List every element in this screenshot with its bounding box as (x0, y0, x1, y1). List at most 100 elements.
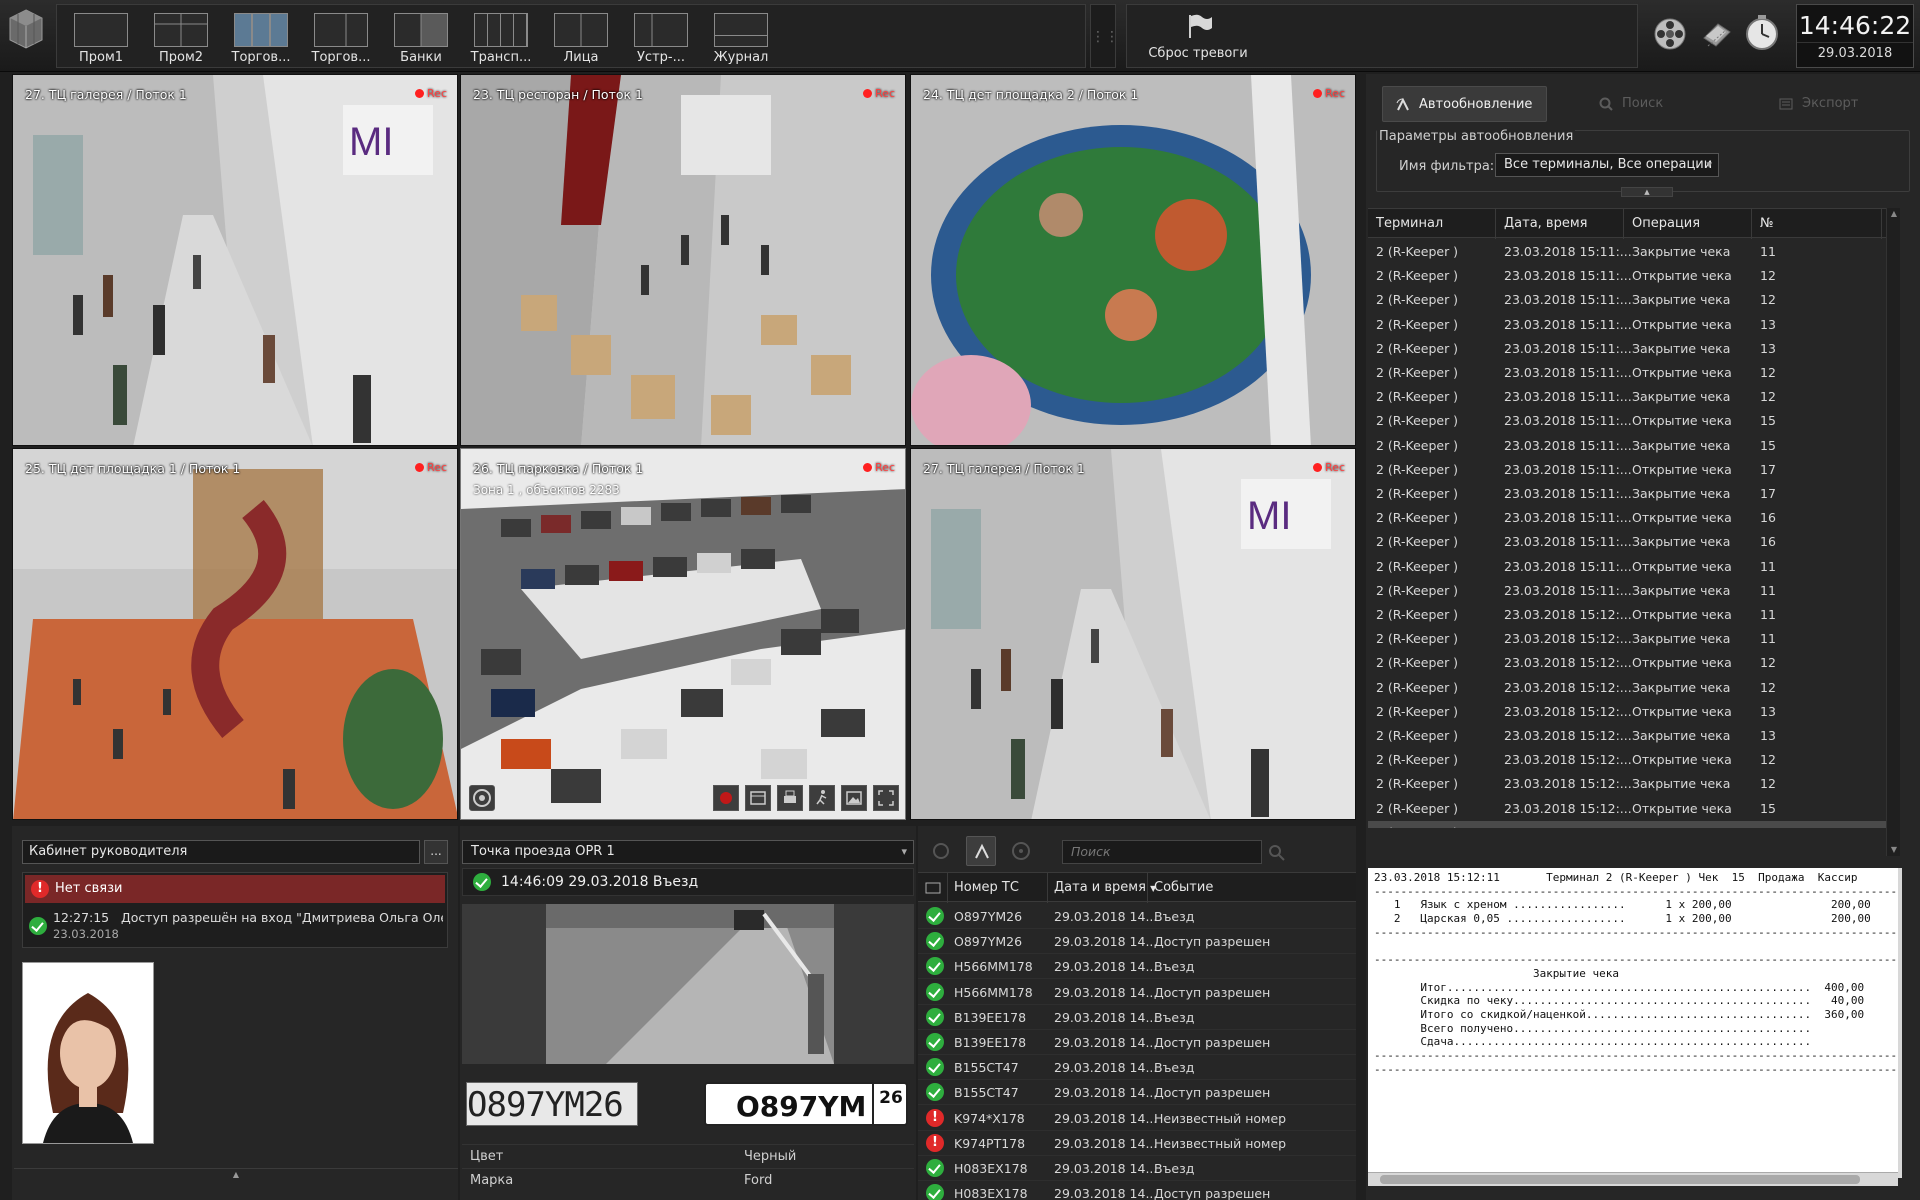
more-button[interactable]: ... (424, 840, 448, 864)
table-row[interactable]: 2 (R-Keeper ) 23.03.2018 15:12:... Открыти… (1368, 603, 1900, 627)
scroll-up-arrow-icon[interactable]: ▲ (1887, 208, 1901, 220)
camera-tile-restaurant[interactable]: 23. ТЦ ресторан / Поток 1 Rec (460, 74, 906, 446)
table-row[interactable]: 2 (R-Keeper ) 23.03.2018 15:12:... Открыти… (1368, 748, 1900, 772)
access-event-item[interactable]: 12:27:15 23.03.2018 Доступ разрешён на в… (25, 907, 445, 945)
layout-button-journal[interactable]: Журнал (703, 9, 779, 67)
table-row[interactable]: 2 (R-Keeper ) 23.03.2018 15:12:...Закрыти… (1368, 772, 1900, 796)
table-row[interactable]: 2 (R-Keeper ) 23.03.2018 15:11:... Открыти… (1368, 555, 1900, 579)
column-plate[interactable]: Номер ТС (948, 873, 1048, 903)
cell-datetime: 23.03.2018 15:12:... (1504, 728, 1632, 743)
receipt-horizontal-scrollbar[interactable] (1368, 1172, 1898, 1186)
collapse-params-button[interactable]: ▲ (1621, 187, 1673, 197)
column-datetime[interactable]: Дата и время ▼ (1048, 873, 1156, 903)
camera-snapshot-icon[interactable] (469, 785, 495, 811)
image-icon[interactable] (841, 785, 868, 811)
panel-expand-handle[interactable]: ▲ (14, 1168, 458, 1182)
layout-button-transport[interactable]: Трансп... (463, 9, 539, 67)
layout-button-trade2[interactable]: Торгов... (303, 9, 379, 67)
camera-tile-gallery[interactable]: MI 27. ТЦ галерея / Поток 1 Rec (12, 74, 458, 446)
layout-button-faces[interactable]: Лица (543, 9, 619, 67)
table-row[interactable]: B139EE178 29.03.2018 14... Доступ разрешен (918, 1030, 1356, 1055)
passage-point-select[interactable]: Точка проезда OPR 1 (462, 840, 914, 864)
autoupdate-button[interactable]: Автообновление (1382, 86, 1548, 122)
print-icon[interactable] (777, 785, 804, 811)
table-row[interactable]: ! K974*X178 29.03.2018 14... Неизвестный но… (918, 1106, 1356, 1131)
clock-icon[interactable] (1742, 12, 1782, 58)
table-row[interactable]: 2 (R-Keeper ) 23.03.2018 15:12:... Открыти… (1368, 700, 1900, 724)
table-row[interactable]: H083EX178 29.03.2018 14... Доступ разрешен (918, 1181, 1356, 1200)
column-number[interactable]: № (1752, 209, 1882, 239)
table-row[interactable]: 2 (R-Keeper ) 23.03.2018 15:11:... Закрыти… (1368, 434, 1900, 458)
scrollbar-thumb[interactable] (1380, 1175, 1860, 1184)
layout-button-prom1[interactable]: Пром1 (63, 9, 139, 67)
table-row[interactable]: B139EE178 29.03.2018 14... Въезд (918, 1005, 1356, 1030)
archive-icon[interactable] (745, 785, 772, 811)
table-row[interactable]: 2 (R-Keeper ) 23.03.2018 15:11:... Открыти… (1368, 409, 1900, 433)
column-status[interactable] (918, 873, 948, 903)
table-row[interactable]: 2 (R-Keeper ) 23.03.2018 15:12:...Закрыти… (1368, 627, 1900, 651)
table-row[interactable]: 2 (R-Keeper ) 23.03.2018 15:11:... Закрыти… (1368, 530, 1900, 554)
autoupdate-icon[interactable] (966, 836, 996, 866)
column-datetime[interactable]: Дата, время (1496, 209, 1624, 239)
table-row[interactable]: O897YM26 29.03.2018 14... Въезд (918, 904, 1356, 929)
table-row[interactable]: 2 (R-Keeper ) 23.03.2018 15:11:... Закрыти… (1368, 240, 1900, 264)
cell-number: 17 (1760, 486, 1776, 501)
table-row[interactable]: B155CT47 29.03.2018 14... Въезд (918, 1055, 1356, 1081)
table-row[interactable]: 2 (R-Keeper ) 23.03.2018 15:12:...Закрыти… (1368, 820, 1900, 828)
camera-tile-parking[interactable]: 26. ТЦ парковка / Поток 1 Зона 1 , объек… (460, 448, 906, 820)
camera-tile-gallery-2[interactable]: MI 27. ТЦ галерея / Поток 1 Rec (910, 448, 1356, 820)
table-row[interactable]: H083EX178 29.03.2018 14... Въезд (918, 1156, 1356, 1181)
table-row[interactable]: 2 (R-Keeper ) 23.03.2018 15:11:... Закрыти… (1368, 337, 1900, 361)
no-connection-alert[interactable]: ! Нет связи (25, 875, 445, 903)
film-reel-icon[interactable] (1650, 12, 1690, 58)
table-row[interactable]: 2 (R-Keeper ) 23.03.2018 15:12:... Открыти… (1368, 651, 1900, 675)
export-button[interactable]: Экспорт (1766, 86, 1872, 122)
table-row[interactable]: 2 (R-Keeper ) 23.03.2018 15:11:... Закрыти… (1368, 579, 1900, 603)
table-row[interactable]: O897YM26 29.03.2018 14... Доступ разрешен (918, 929, 1356, 955)
table-row[interactable]: 2 (R-Keeper ) 23.03.2018 15:11:... Открыти… (1368, 361, 1900, 385)
table-row[interactable]: 2 (R-Keeper ) 23.03.2018 15:12:...Закрыти… (1368, 676, 1900, 700)
column-terminal[interactable]: Терминал (1368, 209, 1496, 239)
table-row[interactable]: 2 (R-Keeper ) 23.03.2018 15:11:... Закрыти… (1368, 288, 1900, 312)
receipt-line: Итог....................................… (1374, 980, 1865, 994)
table-row[interactable]: 2 (R-Keeper ) 23.03.2018 15:11:... Закрыти… (1368, 482, 1900, 506)
table-row[interactable]: 2 (R-Keeper ) 23.03.2018 15:11:... Закрыти… (1368, 385, 1900, 409)
layout-button-banks[interactable]: Банки (383, 9, 459, 67)
table-row[interactable]: ! K974PT178 29.03.2018 14... Неизвестный но… (918, 1131, 1356, 1156)
table-row[interactable]: H566MM178 29.03.2018 14... Доступ разрешен (918, 980, 1356, 1005)
table-row[interactable]: 2 (R-Keeper ) 23.03.2018 15:12:... Открыти… (1368, 797, 1900, 821)
alarm-reset-button[interactable]: Сброс тревоги (1143, 13, 1253, 61)
detection-zone-label: Зона 1 , объектов 2283 (473, 483, 620, 497)
table-row[interactable]: 2 (R-Keeper ) 23.03.2018 15:12:...Закрыти… (1368, 724, 1900, 748)
layout-button-devices[interactable]: Устр-... (623, 9, 699, 67)
table-row[interactable]: B155CT47 29.03.2018 14... Доступ разрешен (918, 1080, 1356, 1106)
app-logo-icon[interactable] (6, 6, 46, 64)
archive-reel-icon[interactable] (1006, 836, 1036, 866)
fullscreen-icon[interactable] (873, 785, 899, 811)
receipt-vertical-scrollbar[interactable] (1898, 868, 1902, 1178)
motion-icon[interactable] (809, 785, 836, 811)
table-row[interactable]: 2 (R-Keeper ) 23.03.2018 15:11:... Открыти… (1368, 458, 1900, 482)
toolbar-splitter-handle[interactable]: ⋮⋮ (1090, 4, 1119, 68)
table-row[interactable]: 2 (R-Keeper ) 23.03.2018 15:11:... Открыти… (1368, 506, 1900, 530)
column-operation[interactable]: Операция (1624, 209, 1752, 239)
access-point-select[interactable]: Кабинет руководителя (22, 840, 420, 864)
table-row[interactable]: H566MM178 29.03.2018 14... Въезд (918, 954, 1356, 980)
table-row[interactable]: 2 (R-Keeper ) 23.03.2018 15:11:... Открыти… (1368, 264, 1900, 288)
record-button[interactable] (713, 785, 740, 811)
layout-button-prom2[interactable]: Пром2 (143, 9, 219, 67)
layout-2x2-icon (154, 13, 208, 47)
search-button[interactable]: Поиск (1586, 86, 1677, 122)
events-search-input[interactable]: Поиск (1062, 840, 1262, 864)
camera-tile-playground-1[interactable]: 25. ТЦ дет площадка 1 / Поток 1 Rec (12, 448, 458, 820)
live-icon[interactable] (926, 836, 956, 866)
table-row[interactable]: 2 (R-Keeper ) 23.03.2018 15:11:... Открыти… (1368, 313, 1900, 337)
chip-icon[interactable] (1696, 12, 1736, 58)
scroll-down-arrow-icon[interactable]: ▼ (1887, 844, 1901, 856)
filter-select[interactable]: Все терминалы, Все операции (1495, 153, 1719, 177)
column-event[interactable]: Событие (1148, 873, 1356, 903)
camera-tile-playground-2[interactable]: 24. ТЦ дет площадка 2 / Поток 1 Rec (910, 74, 1356, 446)
search-icon[interactable] (1268, 844, 1286, 862)
layout-button-trade1[interactable]: Торгов... (223, 9, 299, 67)
pos-table-scrollbar[interactable]: ▲ ▼ (1886, 208, 1900, 856)
